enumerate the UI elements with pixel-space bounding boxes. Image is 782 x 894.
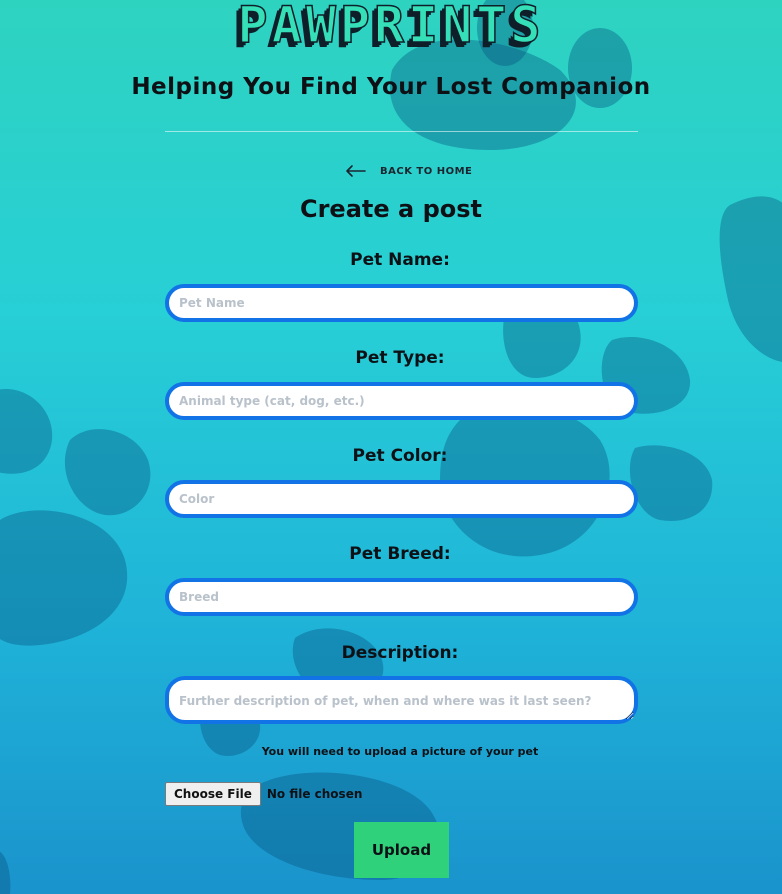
arrow-left-icon [346,165,366,177]
pet-type-label: Pet Type: [355,348,445,368]
pet-color-label: Pet Color: [352,446,448,466]
choose-file-button[interactable]: Choose File [165,782,261,806]
pet-name-input[interactable] [165,284,638,322]
back-link-label: BACK TO HOME [380,165,473,177]
pet-breed-input[interactable] [165,578,638,616]
pet-name-label: Pet Name: [350,250,450,270]
upload-button[interactable]: Upload [354,822,449,878]
pet-color-input[interactable] [165,480,638,518]
pet-breed-label: Pet Breed: [349,544,451,564]
header-divider [165,131,638,132]
file-status: No file chosen [266,787,363,801]
file-input: Choose File No file chosen [165,782,362,806]
description-textarea[interactable] [165,676,638,724]
description-label: Description: [341,643,459,663]
form-title: Create a post [299,195,482,223]
upload-note: You will need to upload a picture of you… [261,745,539,758]
back-to-home-link[interactable]: BACK TO HOME [344,161,472,181]
tagline: Helping You Find Your Lost Companion [131,74,651,100]
brand-logo: PAWPRINTS [237,0,545,55]
pet-type-input[interactable] [165,382,638,420]
